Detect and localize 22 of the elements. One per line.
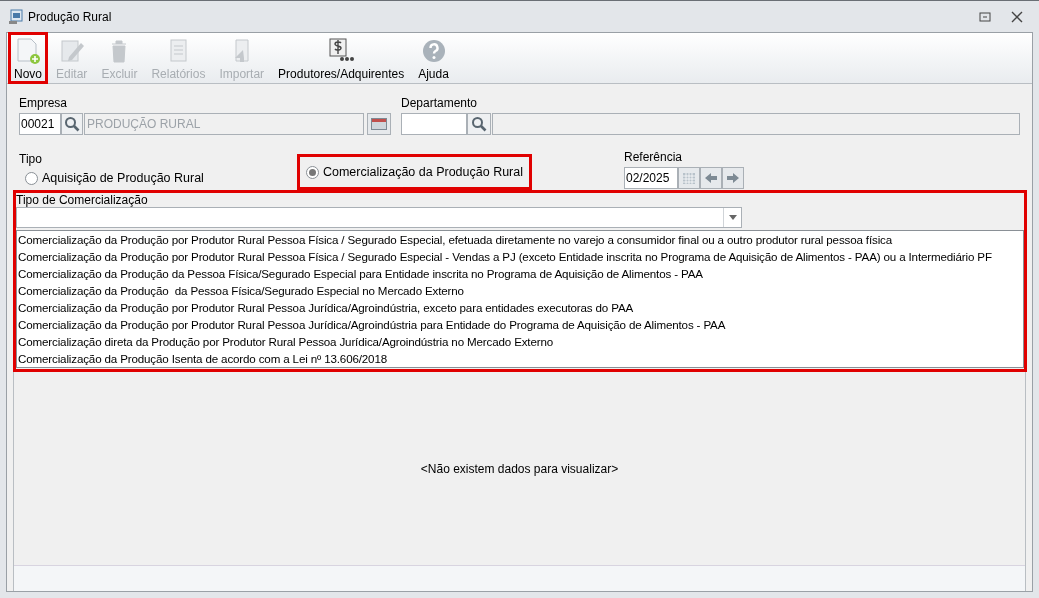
field-label: Tipo [19,153,43,166]
field-label: Tipo de Comercialização [16,193,149,207]
radio-option[interactable]: Aquisição de Produção Rural [16,166,213,190]
dropdown-option[interactable]: Comercialização da Produção por Produtor Rural Pessoa Física / Segurado Especial, efetuada diretamente no varejo a consumidor final ou a outro produtor rural pessoa física [17,231,1023,248]
field-label: Departamento [401,95,479,112]
toolbar-button[interactable]: Novo [8,32,48,84]
dropdown-option[interactable]: Comercialização da Produção por Produtor Rural Pessoa Jurídica/Agroindústria para Entidade do Programa de Aquisição de Alimentos - PAA [17,316,1023,333]
field-label: Referência [624,149,684,166]
field-label: Empresa [19,95,69,112]
dropdown-option[interactable]: Comercialização da Produção Isenta de acordo com a Lei nº 13.606/2018 [17,350,1023,367]
dropdown-option[interactable]: Comercialização direta da Produção por Produtor Rural Pessoa Jurídica/Agroindústria no Mercado Externo [17,333,1023,350]
dropdown-option[interactable]: Comercialização da Produção por Produtor Rural Pessoa Física / Segurado Especial - Vendas a PJ (exceto Entidade inscrita no Programa de Aquisição de Alimentos - PAA) ou a Intermediário PF [17,248,1023,265]
dropdown-option[interactable]: Comercialização da Produção por Produtor Rural Pessoa Jurídica/Agroindústria, exceto para entidades executoras do PAA [17,299,1023,316]
toolbar-button[interactable]: Produtores/Adquirentes [272,32,411,84]
toolbar-button[interactable]: Ajuda [412,32,455,84]
dropdown-option[interactable]: Comercialização da Produção da Pessoa Física/Segurado Especial no Mercado Externo [17,282,1023,299]
dropdown-option[interactable]: Comercialização da Produção da Pessoa Física/Segurado Especial para Entidade inscrita no Programa de Aquisição de Alimentos - PAA [17,265,1023,282]
reference-field[interactable]: 02/2025 [624,167,678,189]
window-title: Produção Rural [28,8,112,26]
radio-option[interactable]: Comercialização da Produção Rural [296,154,532,190]
company-code-field[interactable]: 00021 [19,113,61,135]
empty-message: <Não existem dados para visualizar> [420,460,619,478]
